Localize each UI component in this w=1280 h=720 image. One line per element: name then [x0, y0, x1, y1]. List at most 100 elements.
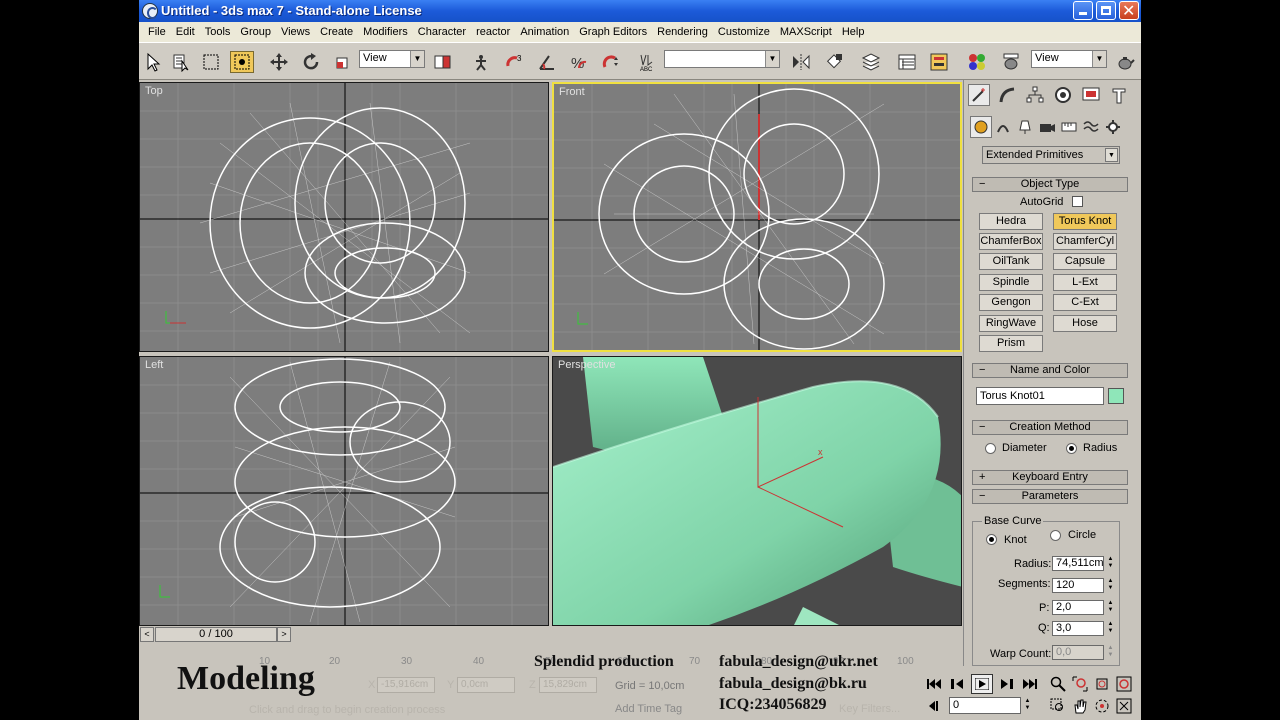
pivot-center-button[interactable] — [431, 51, 455, 73]
circle-radio[interactable] — [1050, 530, 1061, 541]
menu-character[interactable]: Character — [413, 26, 471, 38]
capsule-button[interactable]: Capsule — [1053, 253, 1117, 270]
angle-snap-button[interactable] — [535, 51, 559, 73]
add-time-tag-button[interactable]: Add Time Tag — [615, 703, 682, 715]
shapes-category[interactable] — [992, 116, 1014, 138]
edit-named-selection-button[interactable]: ABC — [636, 51, 660, 73]
viewport-perspective-label[interactable]: Perspective — [558, 359, 615, 371]
zoom-button[interactable] — [1047, 674, 1069, 694]
torus-knot-button[interactable]: Torus Knot — [1053, 213, 1117, 230]
minimize-button[interactable] — [1073, 1, 1093, 20]
cameras-category[interactable] — [1036, 116, 1058, 138]
motion-tab[interactable] — [1052, 84, 1074, 106]
frame-spinner[interactable]: ▲ ▼ — [1023, 698, 1032, 713]
menu-modifiers[interactable]: Modifiers — [358, 26, 413, 38]
layer-manager-button[interactable] — [859, 51, 883, 73]
menu-tools[interactable]: Tools — [200, 26, 236, 38]
autogrid-checkbox[interactable] — [1072, 196, 1083, 207]
menu-group[interactable]: Group — [235, 26, 276, 38]
viewport-left[interactable]: Left — [139, 356, 549, 626]
space-warps-category[interactable] — [1080, 116, 1102, 138]
geometry-type-dropdown[interactable]: Extended Primitives ▼ — [982, 146, 1120, 164]
create-tab[interactable] — [968, 84, 990, 106]
zoom-extents-all-button[interactable] — [1113, 674, 1135, 694]
utilities-tab[interactable] — [1108, 84, 1130, 106]
radius-spinner[interactable]: ▲ ▼ — [1106, 556, 1115, 571]
select-and-manipulate-button[interactable] — [469, 51, 493, 73]
radius-radio[interactable] — [1066, 443, 1077, 454]
move-button[interactable] — [267, 51, 291, 73]
chamferbox-button[interactable]: ChamferBox — [979, 233, 1043, 250]
segments-spinner[interactable]: ▲ ▼ — [1106, 578, 1115, 593]
name-and-color-rollout[interactable]: − Name and Color — [972, 363, 1128, 378]
viewport-left-label[interactable]: Left — [145, 359, 163, 371]
viewport-top[interactable]: Top — [139, 82, 549, 352]
lights-category[interactable] — [1014, 116, 1036, 138]
scale-button[interactable] — [331, 51, 355, 73]
close-button[interactable]: ✕ — [1119, 1, 1139, 20]
helpers-category[interactable] — [1058, 116, 1080, 138]
viewport-front[interactable]: Front — [552, 82, 962, 352]
next-frame-button[interactable] — [995, 674, 1017, 694]
play-button[interactable] — [971, 674, 993, 694]
chamfercyl-button[interactable]: ChamferCyl — [1053, 233, 1117, 250]
spinner-snap-button[interactable] — [599, 51, 623, 73]
modify-tab[interactable] — [996, 84, 1018, 106]
prev-frame-button[interactable]: < — [140, 627, 154, 642]
maximize-viewport-button[interactable] — [1113, 696, 1135, 716]
object-color-swatch[interactable] — [1108, 388, 1124, 404]
display-tab[interactable] — [1080, 84, 1102, 106]
l-ext-button[interactable]: L-Ext — [1053, 274, 1117, 291]
menu-reactor[interactable]: reactor — [471, 26, 515, 38]
hierarchy-tab[interactable] — [1024, 84, 1046, 106]
object-type-rollout[interactable]: − Object Type — [972, 177, 1128, 192]
y-coord-field[interactable]: 0,0cm — [457, 677, 515, 693]
hedra-button[interactable]: Hedra — [979, 213, 1043, 230]
viewport-perspective[interactable]: x Perspective — [552, 356, 962, 626]
menu-animation[interactable]: Animation — [515, 26, 574, 38]
object-name-field[interactable]: Torus Knot01 — [976, 387, 1104, 405]
geometry-category[interactable] — [970, 116, 992, 138]
schematic-view-button[interactable] — [927, 51, 951, 73]
render-type-dropdown[interactable]: View ▼ — [1031, 50, 1107, 68]
diameter-radio[interactable] — [985, 443, 996, 454]
percent-snap-button[interactable]: % — [567, 51, 591, 73]
warp-count-input[interactable]: 0,0 — [1052, 645, 1104, 660]
viewport-front-label[interactable]: Front — [559, 86, 585, 98]
current-frame-field[interactable]: 0 — [949, 697, 1021, 714]
menu-views[interactable]: Views — [276, 26, 315, 38]
next-frame-button[interactable]: > — [277, 627, 291, 642]
menu-customize[interactable]: Customize — [713, 26, 775, 38]
zoom-extents-button[interactable] — [1091, 674, 1113, 694]
key-mode-button[interactable] — [923, 696, 945, 716]
ringwave-button[interactable]: RingWave — [979, 315, 1043, 332]
viewport-top-label[interactable]: Top — [145, 85, 163, 97]
zoom-all-button[interactable] — [1069, 674, 1091, 694]
c-ext-button[interactable]: C-Ext — [1053, 294, 1117, 311]
material-editor-button[interactable] — [965, 51, 989, 73]
align-button[interactable] — [822, 51, 846, 73]
menu-maxscript[interactable]: MAXScript — [775, 26, 837, 38]
menu-edit[interactable]: Edit — [171, 26, 200, 38]
p-spinner[interactable]: ▲ ▼ — [1106, 600, 1115, 615]
z-coord-field[interactable]: 15,829cm — [539, 677, 597, 693]
previous-frame-button[interactable] — [947, 674, 969, 694]
rotate-button[interactable] — [299, 51, 323, 73]
p-input[interactable]: 2,0 — [1052, 600, 1104, 615]
go-to-end-button[interactable] — [1019, 674, 1041, 694]
keyboard-entry-rollout[interactable]: + Keyboard Entry — [972, 470, 1128, 485]
time-slider[interactable]: 0 / 100 — [155, 627, 277, 642]
radius-input[interactable]: 74,511cm — [1052, 556, 1104, 571]
menu-rendering[interactable]: Rendering — [652, 26, 713, 38]
snaps-toggle-button[interactable]: 3 — [503, 51, 527, 73]
menu-graph-editors[interactable]: Graph Editors — [574, 26, 652, 38]
spindle-button[interactable]: Spindle — [979, 274, 1043, 291]
knot-radio[interactable] — [986, 534, 997, 545]
named-selection-dropdown[interactable]: ▼ — [664, 50, 780, 68]
pan-button[interactable] — [1069, 696, 1091, 716]
quick-render-button[interactable] — [1113, 51, 1137, 73]
menu-help[interactable]: Help — [837, 26, 870, 38]
segments-input[interactable]: 120 — [1052, 578, 1104, 593]
parameters-rollout[interactable]: − Parameters — [972, 489, 1128, 504]
arc-rotate-button[interactable] — [1091, 696, 1113, 716]
